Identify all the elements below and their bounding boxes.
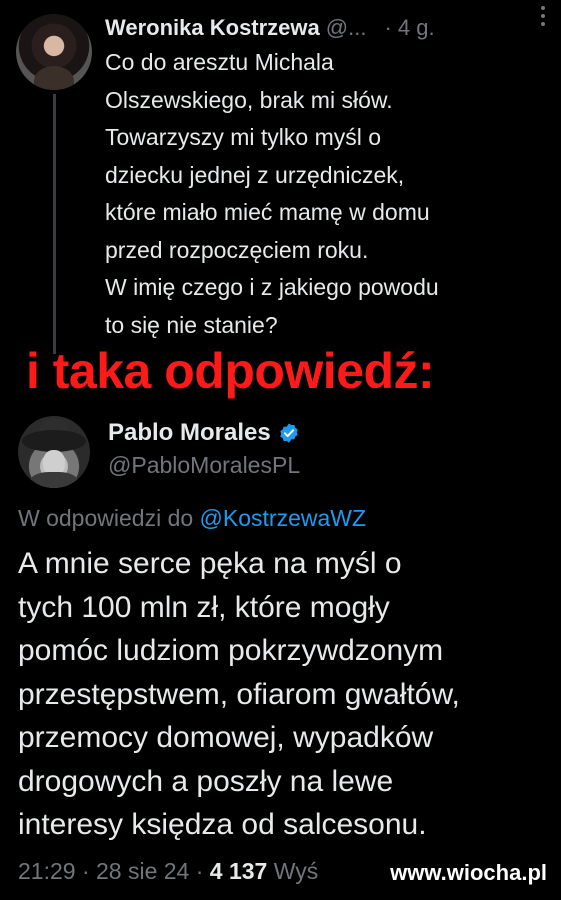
- tweet-text-line: tych 100 mln zł, które mogły: [18, 590, 390, 624]
- tweet-text-line: dziecku jednej z urzędniczek,: [105, 161, 405, 188]
- tweet-timestamp[interactable]: 21:29 · 28 sie 24 ·: [18, 858, 203, 884]
- tweet-text-line: przemocy domowej, wypadków: [18, 721, 434, 754]
- author-name[interactable]: Weronika Kostrzewa: [105, 15, 320, 41]
- tweet-text-line: interesy księdza od salcesonu.: [18, 808, 427, 841]
- reply-prefix: W odpowiedzi do: [18, 505, 194, 531]
- tweet-meta: 21:29 · 28 sie 24 · 4 137 Wyś: [18, 858, 318, 885]
- tweet-text-line: Towarzyszy mi tylko myśl o: [105, 124, 382, 150]
- tweet-text-line: W imię czego i z jakiego powodu: [105, 274, 439, 300]
- tweet-text-line: które miało mieć mamę w domu: [105, 199, 430, 225]
- avatar[interactable]: [18, 416, 90, 488]
- views-label: Wyś: [273, 858, 319, 884]
- tweet-text-line: przed rozpoczęciem roku.: [105, 236, 369, 263]
- tweet-text-line: to się nie stanie?: [105, 311, 278, 338]
- author-handle[interactable]: @...: [326, 15, 367, 41]
- thread-line: [53, 94, 56, 354]
- more-vertical-icon[interactable]: [541, 6, 547, 26]
- tweet-1-header: Weronika Kostrzewa @... · 4 g.: [105, 12, 550, 44]
- tweet-text-line: przestępstwem, ofiarom gwałtów,: [18, 677, 460, 711]
- tweet-1: Weronika Kostrzewa @... · 4 g. Co do are…: [0, 0, 561, 354]
- tweet-2-header: Pablo Morales: [108, 416, 300, 450]
- view-count: 4 137: [209, 858, 268, 884]
- overlay-caption: i taka odpowiedź:: [26, 343, 435, 399]
- tweet-text-line: pomóc ludziom pokrzywdzonym: [18, 634, 444, 667]
- tweet-text-line: A mnie serce pęka na myśl o: [18, 547, 402, 580]
- tweet-text-line: Olszewskiego, brak mi słów.: [105, 86, 393, 113]
- author-name[interactable]: Pablo Morales: [108, 419, 271, 447]
- watermark: www.wiocha.pl: [390, 860, 547, 885]
- verified-badge-icon: [280, 423, 298, 443]
- tweet-time[interactable]: · 4 g.: [384, 15, 434, 41]
- author-handle[interactable]: @PabloMoralesPL: [108, 452, 300, 479]
- tweet-1-text: Co do aresztu Michala Olszewskiego, brak…: [105, 44, 545, 344]
- tweet-text-line: drogowych a poszły na lewe: [18, 764, 394, 798]
- reply-context: W odpowiedzi do @KostrzewaWZ: [18, 505, 366, 532]
- avatar[interactable]: [16, 14, 92, 90]
- tweet-text-line: Co do aresztu Michala: [105, 49, 334, 75]
- reply-mention-link[interactable]: @KostrzewaWZ: [200, 505, 366, 531]
- tweet-2-text: A mnie serce pęka na myśl o tych 100 mln…: [18, 542, 548, 847]
